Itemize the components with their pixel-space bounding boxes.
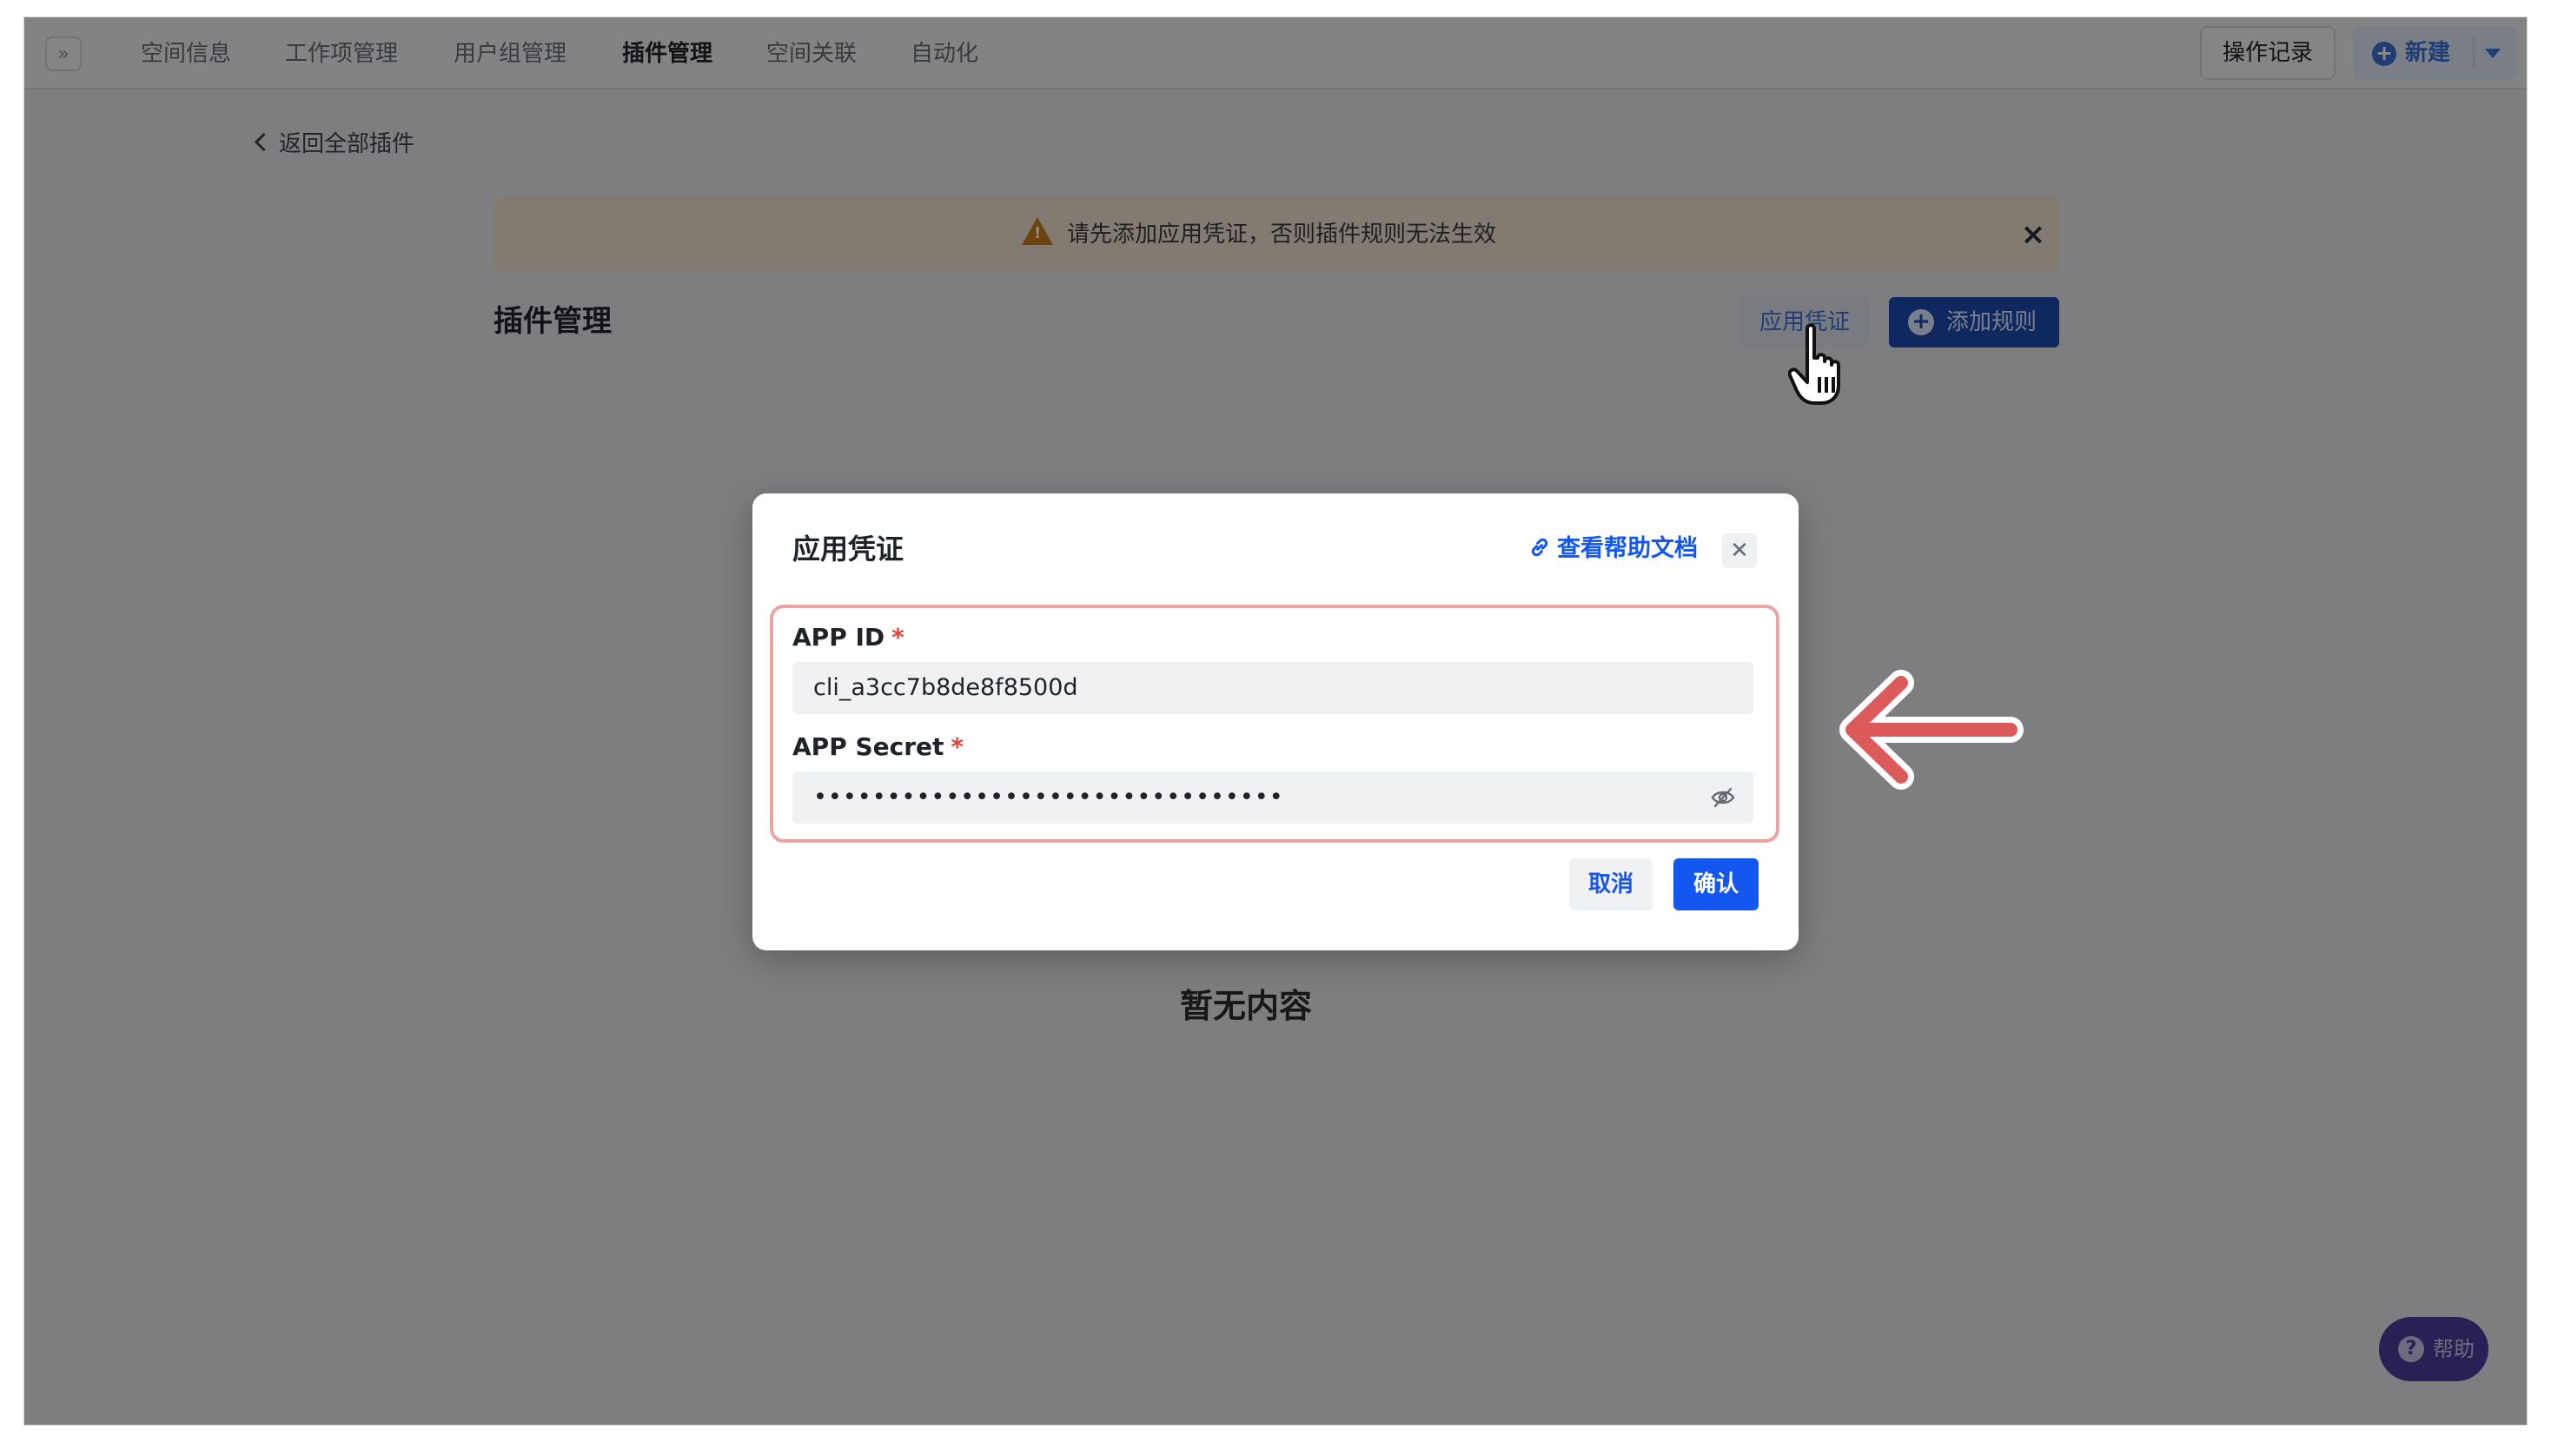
help-doc-link[interactable]: 查看帮助文档	[1527, 530, 1698, 568]
pointer-cursor-icon	[1788, 323, 1840, 405]
required-mark: *	[951, 732, 964, 761]
help-doc-label: 查看帮助文档	[1557, 535, 1698, 562]
app-id-label-text: APP ID	[792, 623, 885, 652]
eye-off-icon[interactable]	[1710, 785, 1736, 810]
close-dialog-icon[interactable]: ✕	[1722, 533, 1757, 568]
app-id-input[interactable]: cli_a3cc7b8de8f8500d	[792, 662, 1753, 714]
app-id-label: APP ID *	[792, 620, 904, 655]
link-icon	[1531, 538, 1548, 557]
cancel-button[interactable]: 取消	[1569, 858, 1653, 910]
app-secret-label-text: APP Secret	[792, 732, 944, 761]
app-window: » 空间信息 工作项管理 用户组管理 插件管理 空间关联 自动化 操作记录 + …	[24, 17, 2527, 1425]
app-credentials-dialog: 应用凭证 查看帮助文档 ✕ APP ID * cli_a3cc7b8de8f850…	[752, 493, 1799, 950]
arrow-left-annotation-icon	[1839, 670, 2024, 790]
required-mark: *	[891, 623, 904, 652]
app-secret-value: ••••••••••••••••••••••••••••••••	[813, 784, 1284, 811]
app-secret-input[interactable]: ••••••••••••••••••••••••••••••••	[792, 771, 1753, 824]
dialog-title: 应用凭证	[792, 533, 904, 566]
app-secret-label: APP Secret *	[792, 730, 964, 764]
confirm-button[interactable]: 确认	[1673, 858, 1759, 910]
